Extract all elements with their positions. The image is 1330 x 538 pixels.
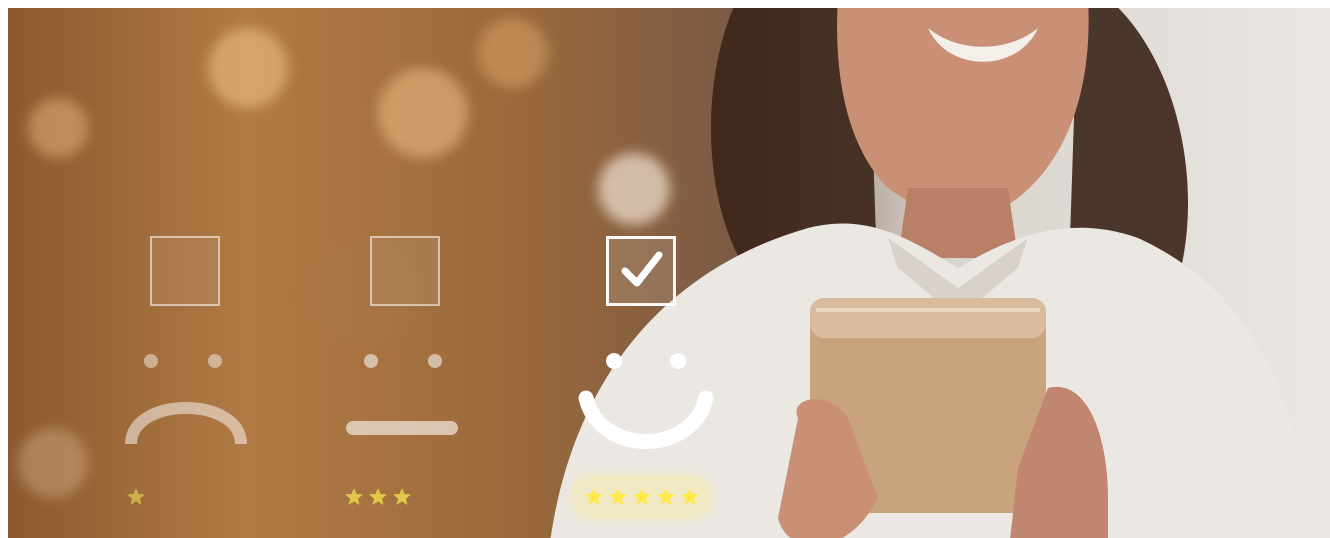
star-icon: [127, 488, 145, 505]
checkbox-icon[interactable]: [370, 236, 440, 306]
star-rating-5: [576, 480, 708, 514]
star-rating-3: [344, 484, 412, 510]
rating-option-happy[interactable]: [560, 236, 730, 526]
star-icon: [345, 488, 363, 505]
star-icon: [393, 488, 411, 505]
neutral-face-icon: [346, 354, 458, 435]
star-icon: [633, 488, 651, 505]
star-icon: [657, 488, 675, 505]
sad-face-icon: [125, 354, 247, 445]
star-rating-1: [126, 484, 146, 510]
star-icon: [681, 488, 699, 505]
rating-option-neutral[interactable]: [324, 236, 494, 526]
bokeh-light: [378, 68, 468, 158]
happy-face-icon: [578, 353, 714, 449]
check-icon: [621, 251, 663, 287]
photo-background: [8, 8, 1330, 538]
star-icon: [369, 488, 387, 505]
checkbox-icon[interactable]: [606, 236, 676, 306]
bokeh-light: [18, 428, 88, 498]
bokeh-light: [478, 18, 548, 88]
star-icon: [609, 488, 627, 505]
checkbox-icon[interactable]: [150, 236, 220, 306]
bokeh-light: [208, 28, 288, 108]
rating-option-sad[interactable]: [104, 236, 274, 526]
star-icon: [585, 488, 603, 505]
bokeh-light: [28, 98, 88, 158]
